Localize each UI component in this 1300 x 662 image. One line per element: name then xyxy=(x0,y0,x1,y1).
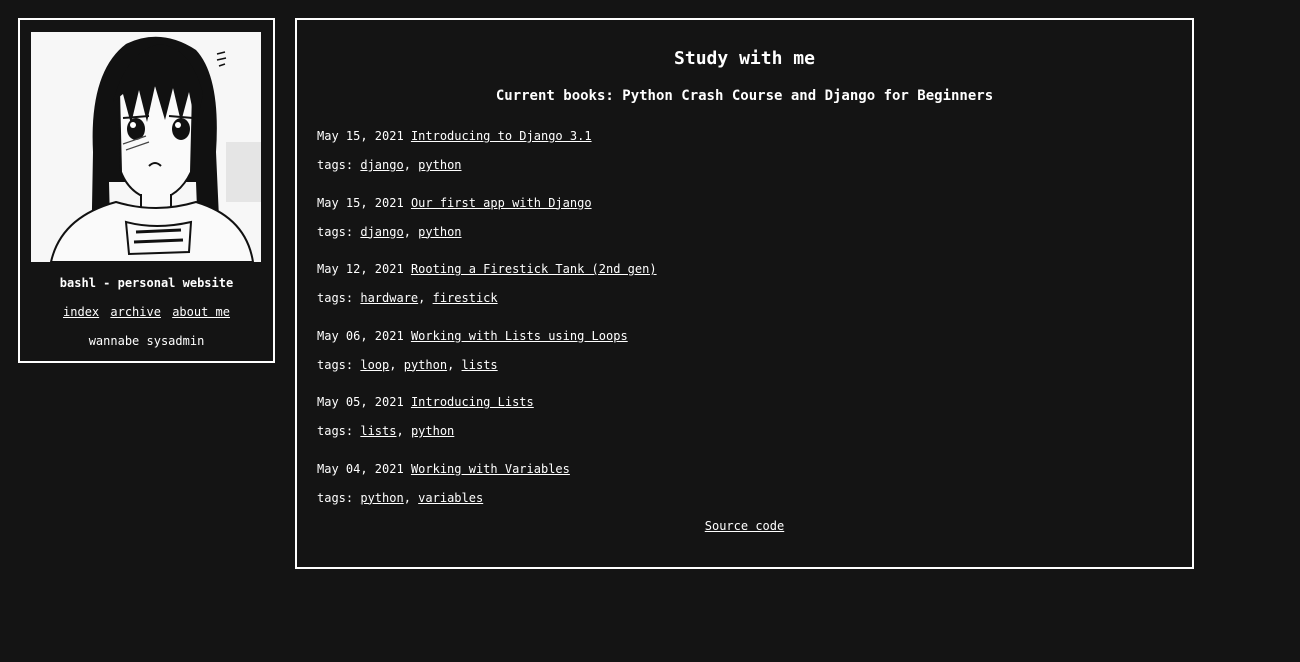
tags-label: tags: xyxy=(317,158,354,172)
tag-link[interactable]: python xyxy=(411,424,454,438)
post-date: May 05, 2021 xyxy=(317,395,404,409)
post-heading: May 15, 2021 Our first app with Django xyxy=(317,196,592,210)
post-title-link[interactable]: Our first app with Django xyxy=(411,196,592,210)
nav-link-about-me[interactable]: about me xyxy=(172,305,230,319)
post-tags: tags: loop, python, lists xyxy=(317,357,498,372)
post-tags: tags: django, python xyxy=(317,158,462,172)
post-date: May 06, 2021 xyxy=(317,328,404,343)
post-title-link[interactable]: Working with Lists using Loops xyxy=(411,329,628,343)
post-title-link[interactable]: Rooting a Firestick Tank (2nd gen) xyxy=(411,262,657,276)
post-heading: May 15, 2021 Introducing to Django 3.1 xyxy=(317,129,592,143)
post-title-link[interactable]: Introducing Lists xyxy=(411,395,534,409)
tags-label: tags: xyxy=(317,357,354,372)
post-date: May 04, 2021 xyxy=(317,461,404,476)
page-subtitle: Current books: Python Crash Course and D… xyxy=(495,88,994,104)
post-tags: tags: django, python xyxy=(317,224,462,239)
post-date: May 12, 2021 xyxy=(317,262,404,276)
tags-label: tags: xyxy=(317,224,354,239)
source-code-link[interactable]: Source code xyxy=(705,519,784,533)
tag-link[interactable]: python xyxy=(404,358,447,372)
post-title-link[interactable]: Introducing to Django 3.1 xyxy=(411,129,592,143)
post-date: May 15, 2021 xyxy=(317,195,404,210)
site-name: bashl - personal website xyxy=(59,276,234,290)
tag-link[interactable]: python xyxy=(360,491,403,505)
source-code-footer: Source code xyxy=(297,519,1192,533)
tag-link[interactable]: python xyxy=(418,158,461,172)
tag-link[interactable]: firestick xyxy=(433,291,498,305)
site-tagline: wannabe sysadmin xyxy=(88,334,205,348)
tag-link[interactable]: lists xyxy=(462,358,498,372)
nav-link-archive[interactable]: archive xyxy=(110,305,161,319)
avatar xyxy=(31,32,261,262)
tag-link[interactable]: lists xyxy=(360,424,396,438)
post-date: May 15, 2021 xyxy=(317,129,404,143)
post-heading: May 06, 2021 Working with Lists using Lo… xyxy=(317,329,628,343)
post-heading: May 04, 2021 Working with Variables xyxy=(317,462,570,476)
sidebar: bashl - personal website index archive a… xyxy=(18,18,275,363)
tag-link[interactable]: hardware xyxy=(360,291,418,305)
tags-label: tags: xyxy=(317,424,354,438)
tag-link[interactable]: loop xyxy=(360,358,389,372)
tag-link[interactable]: django xyxy=(360,225,403,239)
sidebar-nav: index archive about me xyxy=(20,305,273,319)
post-heading: May 05, 2021 Introducing Lists xyxy=(317,395,534,409)
nav-link-index[interactable]: index xyxy=(63,305,99,319)
post-tags: tags: lists, python xyxy=(317,424,455,438)
manga-girl-avatar-image xyxy=(31,32,261,262)
post-heading: May 12, 2021 Rooting a Firestick Tank (2… xyxy=(317,262,657,276)
main-content: Study with me Current books: Python Cras… xyxy=(295,18,1194,569)
tags-label: tags: xyxy=(317,490,354,505)
post-tags: tags: hardware, firestick xyxy=(317,291,498,305)
page-title: Study with me xyxy=(674,48,815,69)
tag-link[interactable]: django xyxy=(360,158,403,172)
tag-link[interactable]: python xyxy=(418,225,461,239)
post-tags: tags: python, variables xyxy=(317,490,484,505)
tags-label: tags: xyxy=(317,291,354,305)
post-title-link[interactable]: Working with Variables xyxy=(411,462,570,476)
tag-link[interactable]: variables xyxy=(418,491,483,505)
